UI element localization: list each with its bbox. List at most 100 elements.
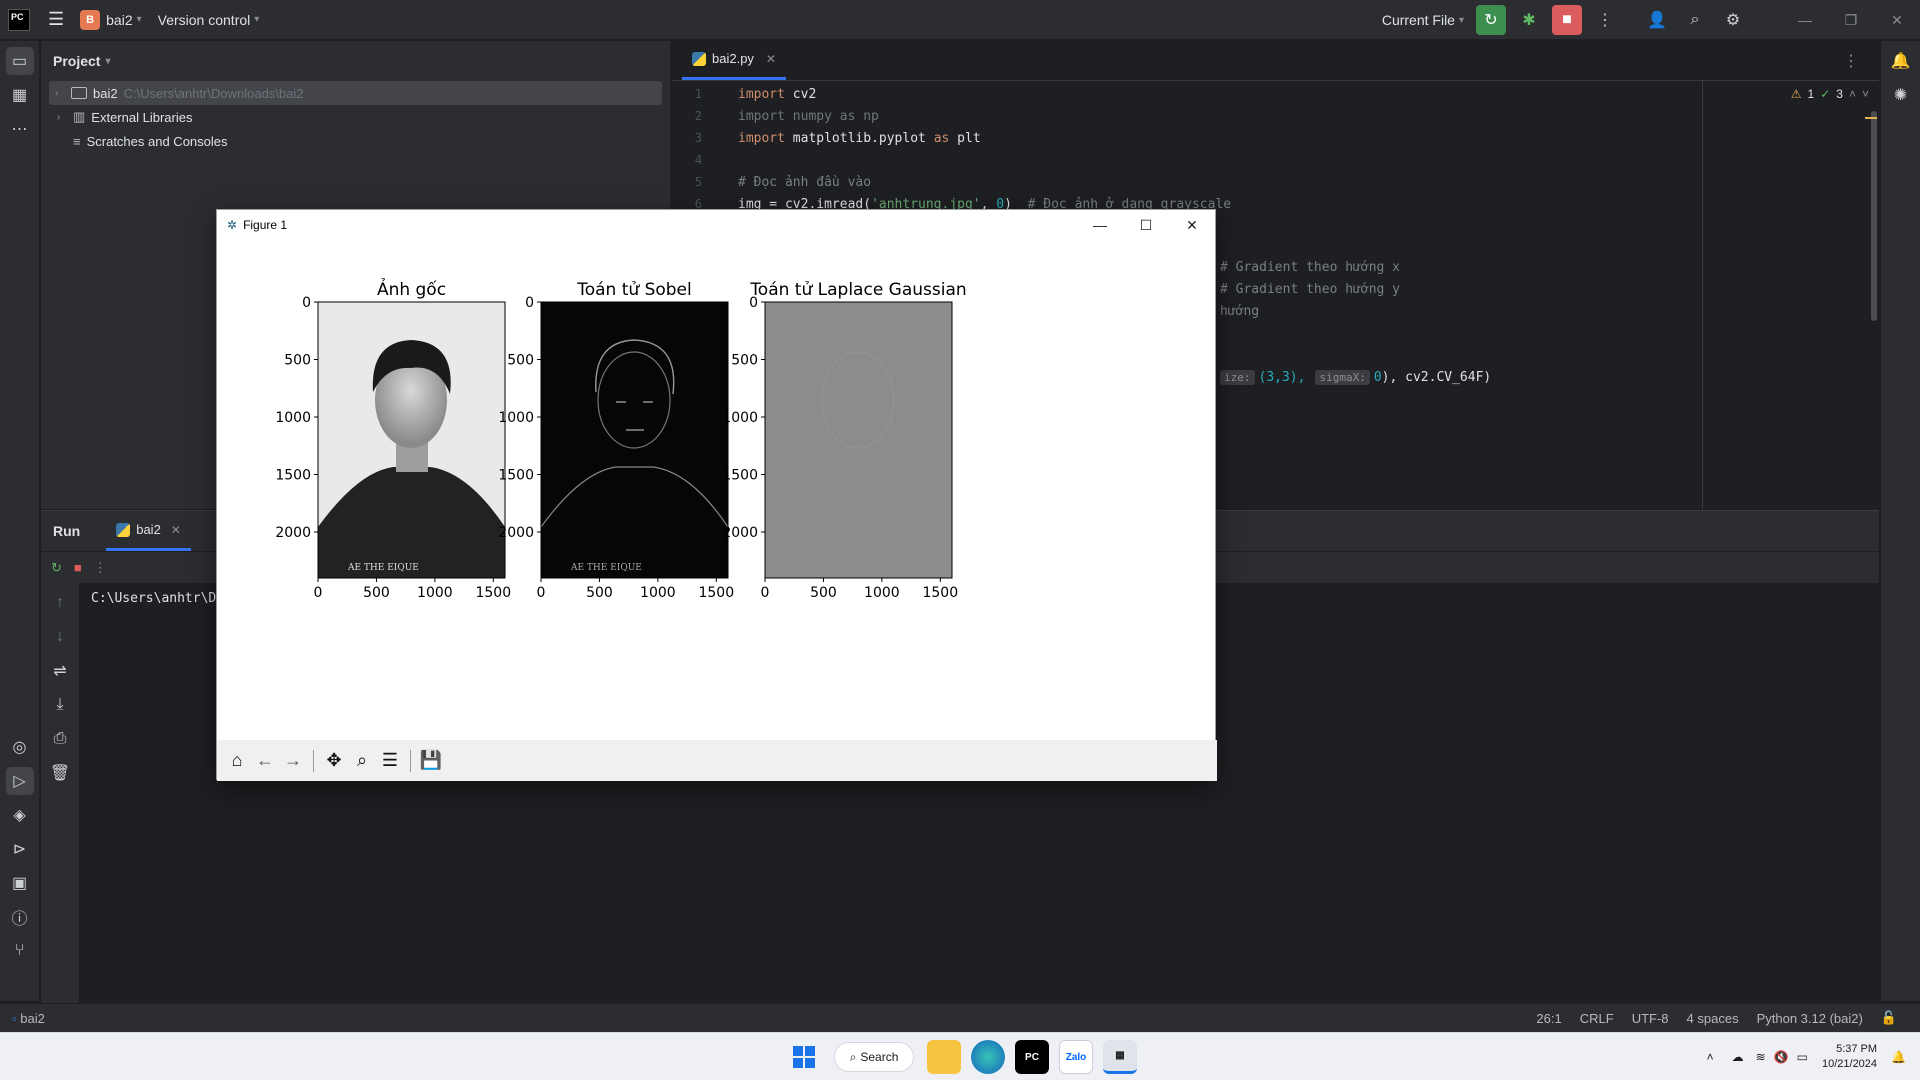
stop-icon[interactable]: ■: [74, 560, 82, 575]
notifications-bell-icon[interactable]: 🔔: [1887, 47, 1915, 75]
run-config-selector[interactable]: Current File ▾: [1374, 0, 1472, 40]
problems-icon[interactable]: ⓘ: [6, 903, 34, 931]
zoom-magnifier-icon[interactable]: ⌕: [348, 747, 376, 775]
save-figure-icon[interactable]: 💾: [417, 747, 445, 775]
caret-position[interactable]: 26:1: [1527, 1011, 1570, 1026]
line-number: 3: [694, 131, 702, 145]
file-encoding[interactable]: UTF-8: [1623, 1011, 1678, 1026]
x-tick-label: 1000: [417, 585, 453, 601]
code-line[interactable]: 3 import matplotlib.pyplot as plt: [672, 127, 1672, 149]
status-project[interactable]: ▫ bai2: [0, 1011, 54, 1026]
close-tab-icon[interactable]: ✕: [766, 52, 776, 66]
project-switcher[interactable]: B bai2 ▾: [72, 0, 150, 40]
stop-button[interactable]: ■: [1552, 5, 1582, 35]
tree-item-scratches[interactable]: ≡ Scratches and Consoles: [41, 129, 670, 153]
git-icon[interactable]: ⑂: [6, 937, 34, 965]
chevron-up-icon[interactable]: ˄: [1707, 1050, 1714, 1064]
rerun-icon[interactable]: ↻: [51, 560, 62, 576]
code-line[interactable]: 5 # Đọc ảnh đầu vào: [672, 171, 1672, 193]
tab-bai2-py[interactable]: bai2.py ✕: [682, 40, 786, 80]
code-line[interactable]: 4: [672, 149, 1672, 171]
project-panel-header[interactable]: Project ▾: [41, 41, 670, 81]
wifi-icon[interactable]: ≋: [1756, 1050, 1766, 1064]
clear-trash-icon[interactable]: 🗑: [46, 759, 74, 787]
soft-wrap-icon[interactable]: ⇌: [46, 657, 74, 685]
shirt-print-text: AE THE EIQUE: [570, 563, 642, 573]
tree-item-external-libraries[interactable]: › ▥ External Libraries: [41, 105, 670, 129]
subplot-2[interactable]: AE THE EIQUE Toán tử Sobel 0 500 1000 1500 0 50…: [498, 280, 734, 601]
scroll-to-end-icon[interactable]: ⤓: [46, 691, 74, 719]
code-fragment-dir: hướng: [1220, 304, 1260, 319]
figure-minimize-button[interactable]: —: [1077, 210, 1123, 240]
debug-button[interactable]: ✱: [1514, 5, 1544, 35]
pycharm-taskbar-icon[interactable]: PC: [1015, 1040, 1049, 1074]
subplot-1[interactable]: AE THE EIQUE Ảnh gốc 0 500 1000 1500 0 500 1000 1…: [275, 277, 511, 601]
battery-icon[interactable]: ▭: [1797, 1050, 1808, 1064]
project-folder-icon[interactable]: ▭: [5, 47, 34, 75]
line-number: 1: [694, 87, 702, 101]
volume-muted-icon[interactable]: 🔇: [1774, 1050, 1789, 1064]
ai-assistant-icon[interactable]: ✺: [1887, 81, 1915, 109]
vcs-menu[interactable]: Version control ▾: [150, 0, 268, 40]
chevron-down-icon: ▾: [1458, 14, 1464, 26]
main-menu-button[interactable]: ☰: [40, 0, 72, 40]
close-tab-icon[interactable]: ✕: [171, 523, 181, 537]
python-console-icon[interactable]: ◎: [6, 733, 34, 761]
run-tool-icon[interactable]: ▷: [5, 767, 34, 795]
run-tab-bai2[interactable]: bai2 ✕: [106, 511, 191, 551]
more-actions-icon[interactable]: ⋮: [1590, 5, 1620, 35]
inspection-widget[interactable]: ⚠ 1 ✓ 3 ˄ ˅: [1791, 87, 1869, 101]
forward-arrow-icon[interactable]: →: [279, 747, 307, 775]
more-tools-icon[interactable]: ⋯: [6, 115, 34, 143]
zalo-icon[interactable]: Zalo: [1059, 1040, 1093, 1074]
check-icon: ✓: [1820, 87, 1831, 101]
structure-icon[interactable]: ▦: [6, 81, 34, 109]
console-output[interactable]: C:\Users\anhtr\D: [91, 591, 216, 606]
python-packages-icon[interactable]: ◈: [6, 801, 34, 829]
search-icon[interactable]: ⌕: [1680, 5, 1710, 35]
minimize-button[interactable]: —: [1782, 0, 1828, 40]
edge-browser-icon[interactable]: [971, 1040, 1005, 1074]
settings-gear-icon[interactable]: ⚙: [1718, 5, 1748, 35]
chevron-down-icon[interactable]: ˅: [1862, 87, 1869, 101]
taskbar-search[interactable]: ⌕ Search: [834, 1042, 914, 1072]
indent-setting[interactable]: 4 spaces: [1678, 1011, 1748, 1026]
subplot-3[interactable]: Toán tử Laplace Gaussian0 500 1000 15000500…: [722, 280, 966, 601]
python-figure-taskbar-icon[interactable]: ▦: [1103, 1040, 1137, 1074]
back-arrow-icon[interactable]: ←: [251, 747, 279, 775]
clock[interactable]: 5:37 PM 10/21/2024: [1822, 1042, 1877, 1072]
configure-subplots-icon[interactable]: ☰: [376, 747, 404, 775]
chevron-right-icon[interactable]: ›: [57, 112, 71, 123]
onedrive-cloud-icon[interactable]: ☁: [1732, 1050, 1744, 1064]
print-icon[interactable]: ⎙: [46, 725, 74, 753]
notification-bell-icon[interactable]: 🔔: [1891, 1050, 1906, 1064]
line-separator[interactable]: CRLF: [1571, 1011, 1623, 1026]
scroll-up-icon[interactable]: ↑: [46, 589, 74, 617]
chevron-right-icon[interactable]: ›: [55, 88, 69, 99]
code-line[interactable]: 1 import cv2: [672, 83, 1672, 105]
windows-start-icon[interactable]: [787, 1040, 821, 1074]
figure-maximize-button[interactable]: ☐: [1123, 210, 1169, 240]
add-user-icon[interactable]: 👤: [1642, 5, 1672, 35]
scroll-down-icon[interactable]: ↓: [46, 623, 74, 651]
terminal-icon[interactable]: ▣: [6, 869, 34, 897]
home-icon[interactable]: ⌂: [223, 747, 251, 775]
python-interpreter[interactable]: Python 3.12 (bai2): [1748, 1011, 1872, 1026]
figure-canvas[interactable]: AE THE EIQUE Ảnh gốc 0 500 1000 1500 0 500 1000 1…: [217, 240, 1217, 740]
more-options-icon[interactable]: ⋮: [94, 560, 107, 576]
pan-move-icon[interactable]: ✥: [320, 747, 348, 775]
lock-icon[interactable]: 🔓: [1872, 1010, 1906, 1026]
tree-item-bai2[interactable]: › bai2 C:\Users\anhtr\Downloads\bai2: [49, 81, 662, 105]
figure-close-button[interactable]: ✕: [1169, 210, 1215, 240]
chevron-up-icon[interactable]: ˄: [1849, 87, 1856, 101]
editor-options-icon[interactable]: ⋮: [1843, 51, 1859, 71]
restore-button[interactable]: ❐: [1828, 0, 1874, 40]
services-icon[interactable]: ⊳: [6, 835, 34, 863]
file-explorer-icon[interactable]: [927, 1040, 961, 1074]
close-window-button[interactable]: ✕: [1874, 0, 1920, 40]
rerun-button[interactable]: ↻: [1476, 5, 1506, 35]
editor-scrollbar[interactable]: [1871, 111, 1877, 321]
code-line[interactable]: 2 import numpy as np: [672, 105, 1672, 127]
figure-titlebar[interactable]: ✲ Figure 1: [217, 210, 1215, 240]
code-area[interactable]: 1 import cv2 2 import numpy as np 3 import ma…: [672, 83, 1672, 215]
